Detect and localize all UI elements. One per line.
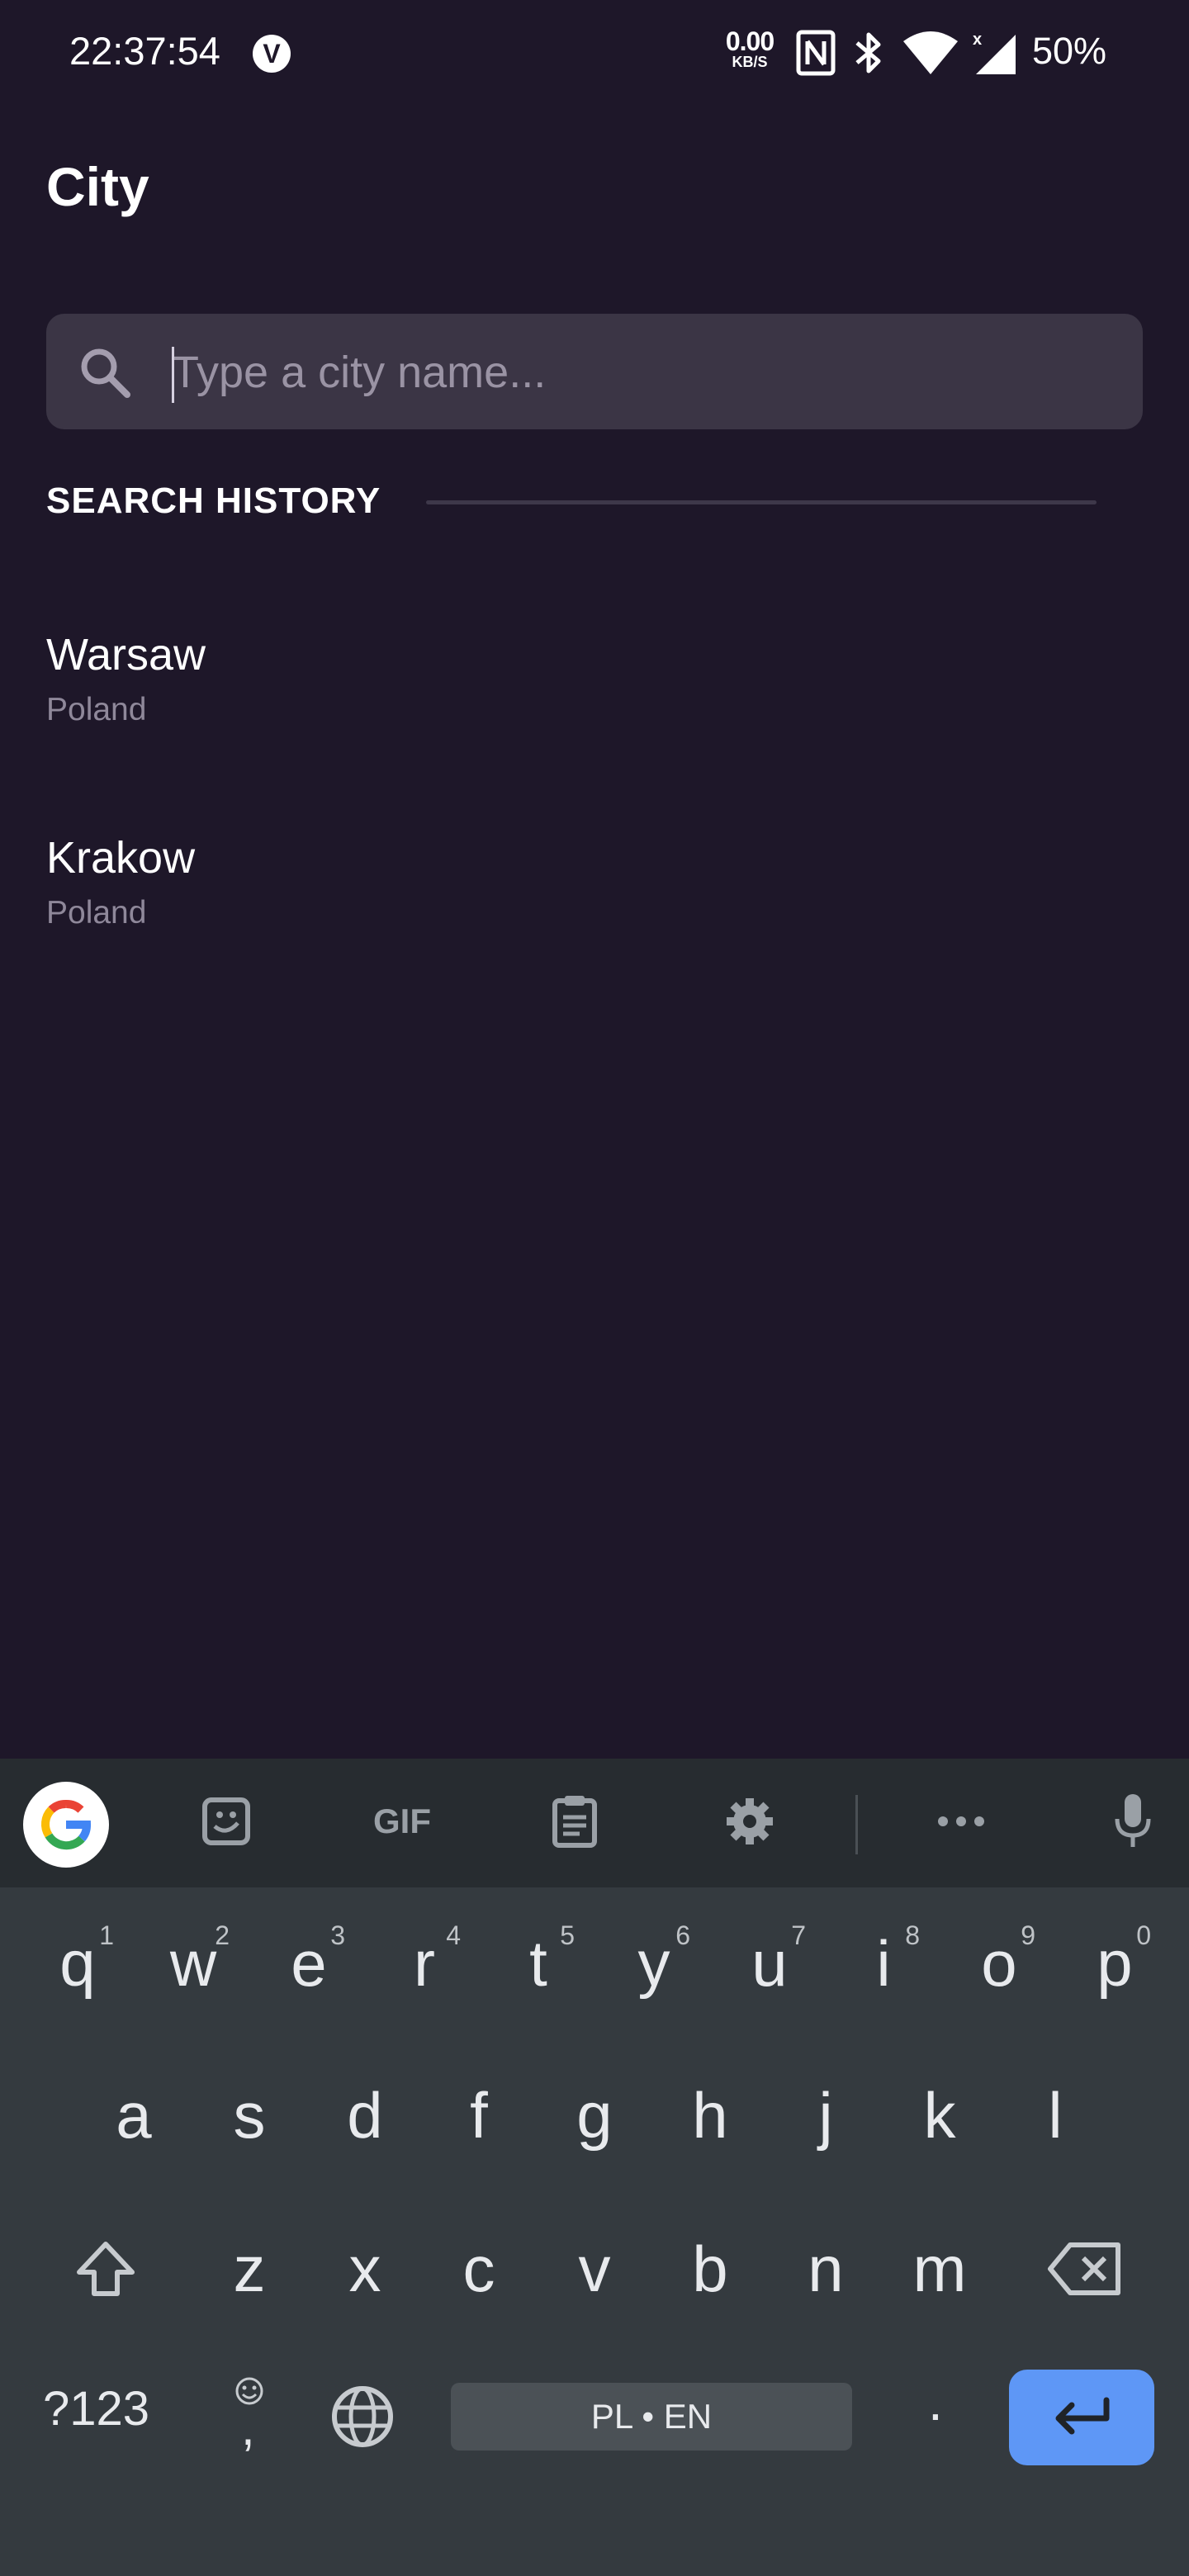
key-m[interactable]: m (890, 2211, 989, 2327)
history-item-country: Poland (46, 895, 147, 930)
page-title: City (46, 156, 149, 217)
key-char: r (414, 1926, 435, 2000)
history-divider (426, 500, 1097, 504)
enter-icon (1055, 2397, 1110, 2435)
nfc-icon (796, 30, 836, 76)
shift-key[interactable] (56, 2211, 155, 2327)
signal-icon: x (973, 31, 1016, 74)
key-b[interactable]: b (661, 2211, 760, 2327)
enter-key[interactable] (1009, 2370, 1154, 2465)
search-icon (81, 348, 130, 398)
key-q[interactable]: q1 (28, 1906, 127, 2021)
key-a[interactable]: a (84, 2057, 183, 2173)
key-w[interactable]: w2 (144, 1906, 243, 2021)
key-e[interactable]: e3 (259, 1906, 358, 2021)
battery-level: 50% (1032, 30, 1107, 72)
svg-text:x: x (973, 31, 982, 49)
key-char: e (291, 1926, 327, 2000)
toolbar-separator (855, 1795, 858, 1854)
key-hint: 0 (1136, 1920, 1151, 1950)
search-input[interactable] (170, 334, 1123, 410)
key-hint: 2 (215, 1920, 230, 1950)
key-h[interactable]: h (661, 2057, 760, 2173)
key-hint: 1 (99, 1920, 114, 1950)
clipboard-icon[interactable] (542, 1788, 608, 1854)
settings-icon[interactable] (717, 1788, 783, 1854)
key-char: w (169, 1926, 217, 2000)
globe-icon (332, 2386, 393, 2447)
language-key[interactable] (329, 2383, 396, 2455)
key-n[interactable]: n (776, 2211, 875, 2327)
backspace-key[interactable] (1035, 2211, 1135, 2327)
bluetooth-icon (855, 32, 881, 73)
key-char: y (637, 1926, 670, 2000)
gif-icon[interactable]: GIF (365, 1788, 439, 1854)
key-y[interactable]: y6 (604, 1906, 703, 2021)
key-d[interactable]: d (315, 2057, 414, 2173)
key-c[interactable]: c (429, 2211, 528, 2327)
shift-icon (77, 2242, 135, 2296)
key-char: i (876, 1926, 891, 2000)
google-icon[interactable] (23, 1782, 109, 1868)
key-x[interactable]: x (315, 2211, 414, 2327)
key-hint: 3 (330, 1920, 345, 1950)
comma-char: , (241, 2400, 255, 2455)
key-hint: 7 (791, 1920, 806, 1950)
emoji-comma-key[interactable]: , (225, 2375, 274, 2457)
key-z[interactable]: z (200, 2211, 299, 2327)
net-speed-value: 0.00 (725, 26, 775, 56)
key-u[interactable]: u7 (720, 1906, 819, 2021)
app-badge-icon: V (253, 35, 291, 73)
key-hint: 9 (1021, 1920, 1035, 1950)
key-s[interactable]: s (200, 2057, 299, 2173)
key-hint: 6 (675, 1920, 690, 1950)
status-time: 22:37:54 (69, 29, 220, 73)
search-history-heading: SEARCH HISTORY (46, 481, 381, 521)
key-hint: 4 (446, 1920, 461, 1950)
key-char: o (981, 1926, 1017, 2000)
wifi-icon (903, 31, 958, 74)
key-char: q (59, 1926, 96, 2000)
key-g[interactable]: g (545, 2057, 644, 2173)
key-i[interactable]: i8 (834, 1906, 933, 2021)
key-k[interactable]: k (890, 2057, 989, 2173)
key-hint: 5 (560, 1920, 575, 1950)
history-item-city: Warsaw (46, 630, 206, 680)
key-char: t (529, 1926, 547, 2000)
network-speed: 0.00 KB/S (720, 28, 779, 69)
mic-icon[interactable] (1100, 1788, 1166, 1854)
sticker-icon[interactable] (193, 1788, 259, 1854)
key-char: u (751, 1926, 788, 2000)
key-r[interactable]: r4 (375, 1906, 474, 2021)
backspace-icon (1048, 2242, 1120, 2295)
key-p[interactable]: p0 (1065, 1906, 1164, 2021)
history-item-country: Poland (46, 692, 147, 727)
period-key[interactable]: . (928, 2371, 943, 2432)
google-g-logo (40, 1800, 91, 1850)
key-v[interactable]: v (545, 2211, 644, 2327)
key-o[interactable]: o9 (950, 1906, 1049, 2021)
key-l[interactable]: l (1006, 2057, 1105, 2173)
text-caret (172, 347, 174, 403)
key-t[interactable]: t5 (489, 1906, 588, 2021)
key-hint: 8 (905, 1920, 920, 1950)
key-j[interactable]: j (776, 2057, 875, 2173)
history-item-city: Krakow (46, 833, 196, 883)
symbols-key[interactable]: ?123 (43, 2381, 149, 2436)
net-speed-unit: KB/S (732, 54, 768, 70)
key-f[interactable]: f (429, 2057, 528, 2173)
key-char: p (1097, 1926, 1133, 2000)
more-icon[interactable] (928, 1788, 994, 1854)
space-key[interactable]: PL • EN (451, 2383, 852, 2451)
